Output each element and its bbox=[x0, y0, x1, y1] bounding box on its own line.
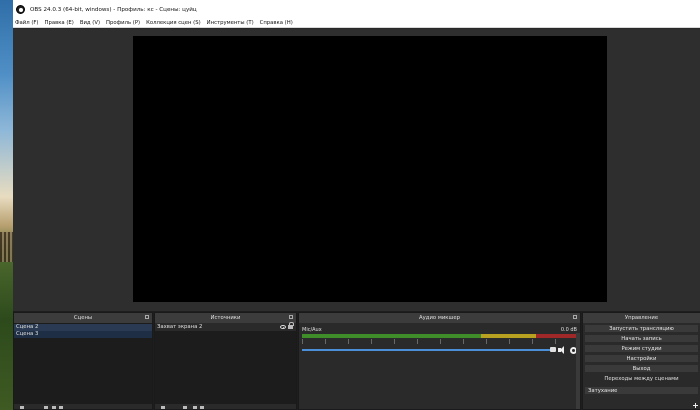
obs-window: OBS 24.0.3 (64-bit, windows) - Профиль: … bbox=[13, 0, 700, 410]
transitions-title: Переходы между сценами bbox=[604, 376, 679, 382]
menu-edit[interactable]: Правка (E) bbox=[45, 20, 74, 26]
menu-help[interactable]: Справка (H) bbox=[260, 20, 293, 26]
eye-icon[interactable] bbox=[280, 325, 286, 329]
move-scene-down-button[interactable] bbox=[59, 406, 63, 409]
mixer-body: Mic/Aux 0.0 dB bbox=[299, 323, 580, 409]
sources-toolbar bbox=[155, 404, 296, 409]
scenes-title: Сцены bbox=[73, 315, 93, 321]
volume-meter bbox=[302, 334, 577, 338]
move-source-down-button[interactable] bbox=[200, 406, 204, 409]
mixer-header: Аудио микшер bbox=[299, 313, 580, 323]
source-settings-button[interactable] bbox=[183, 406, 187, 409]
undock-icon[interactable] bbox=[573, 315, 577, 319]
add-scene-button[interactable] bbox=[20, 406, 24, 409]
obs-logo-icon bbox=[16, 5, 25, 14]
sources-header: Источники bbox=[155, 313, 296, 323]
window-title: OBS 24.0.3 (64-bit, windows) - Профиль: … bbox=[30, 6, 197, 13]
sources-dock: Источники Захват экрана 2 bbox=[154, 312, 297, 410]
scenes-toolbar bbox=[14, 404, 152, 409]
controls-dock: Управление Запустить трансляцию Начать з… bbox=[582, 312, 700, 410]
studio-mode-button[interactable]: Режим студии bbox=[584, 344, 699, 353]
audio-mixer-dock: Аудио микшер Mic/Aux 0.0 dB bbox=[298, 312, 581, 410]
menu-file[interactable]: Файл (F) bbox=[15, 20, 39, 26]
desktop-wallpaper bbox=[0, 0, 14, 410]
source-label: Захват экрана 2 bbox=[157, 324, 203, 330]
add-source-button[interactable] bbox=[161, 406, 165, 409]
start-recording-button[interactable]: Начать запись bbox=[584, 334, 699, 343]
transition-select[interactable]: Затухание bbox=[584, 386, 699, 395]
preview-area bbox=[13, 29, 700, 311]
move-scene-up-button[interactable] bbox=[52, 406, 56, 409]
transitions-header: Переходы между сценами bbox=[583, 374, 700, 384]
menu-bar: Файл (F) Правка (E) Вид (V) Профиль (P) … bbox=[13, 19, 700, 28]
scene-item[interactable]: Сцена 2 bbox=[14, 324, 152, 331]
exit-button[interactable]: Выход bbox=[584, 364, 699, 373]
menu-profile[interactable]: Профиль (P) bbox=[106, 20, 140, 26]
title-bar: OBS 24.0.3 (64-bit, windows) - Профиль: … bbox=[13, 0, 700, 19]
settings-button[interactable]: Настройки bbox=[584, 354, 699, 363]
mixer-channel: Mic/Aux 0.0 dB bbox=[302, 327, 577, 354]
dock-area: Сцены Сцена 2 Сцена 3 Источники Захват э… bbox=[13, 311, 700, 410]
move-source-up-button[interactable] bbox=[193, 406, 197, 409]
volume-slider[interactable] bbox=[302, 347, 556, 352]
menu-tools[interactable]: Инструменты (T) bbox=[207, 20, 254, 26]
lock-icon[interactable] bbox=[288, 322, 294, 329]
menu-scene-collection[interactable]: Коллекция сцен (S) bbox=[146, 20, 201, 26]
scenes-header: Сцены bbox=[14, 313, 152, 323]
speaker-icon[interactable] bbox=[558, 346, 567, 354]
controls-title: Управление bbox=[624, 315, 659, 321]
channel-level: 0.0 dB bbox=[560, 327, 577, 333]
scenes-dock: Сцены Сцена 2 Сцена 3 bbox=[13, 312, 153, 410]
sources-list: Захват экрана 2 bbox=[155, 322, 296, 409]
scene-item[interactable]: Сцена 3 bbox=[14, 331, 152, 338]
controls-header: Управление bbox=[583, 313, 700, 323]
wallpaper-detail bbox=[0, 232, 14, 262]
start-streaming-button[interactable]: Запустить трансляцию bbox=[584, 324, 699, 333]
remove-scene-button[interactable] bbox=[44, 406, 48, 409]
preview-canvas[interactable] bbox=[133, 36, 607, 302]
mixer-title: Аудио микшер bbox=[419, 315, 460, 321]
menu-view[interactable]: Вид (V) bbox=[80, 20, 100, 26]
sources-title: Источники bbox=[210, 315, 241, 321]
channel-name: Mic/Aux bbox=[302, 327, 322, 333]
undock-icon[interactable] bbox=[145, 315, 149, 319]
undock-icon[interactable] bbox=[289, 315, 293, 319]
meter-scale bbox=[302, 339, 577, 344]
controls-body: Запустить трансляцию Начать запись Режим… bbox=[583, 323, 700, 409]
add-transition-icon[interactable] bbox=[693, 403, 698, 408]
scenes-list: Сцена 2 Сцена 3 bbox=[14, 323, 152, 409]
mixer-scrollbar[interactable] bbox=[576, 333, 580, 409]
source-item[interactable]: Захват экрана 2 bbox=[155, 322, 296, 331]
